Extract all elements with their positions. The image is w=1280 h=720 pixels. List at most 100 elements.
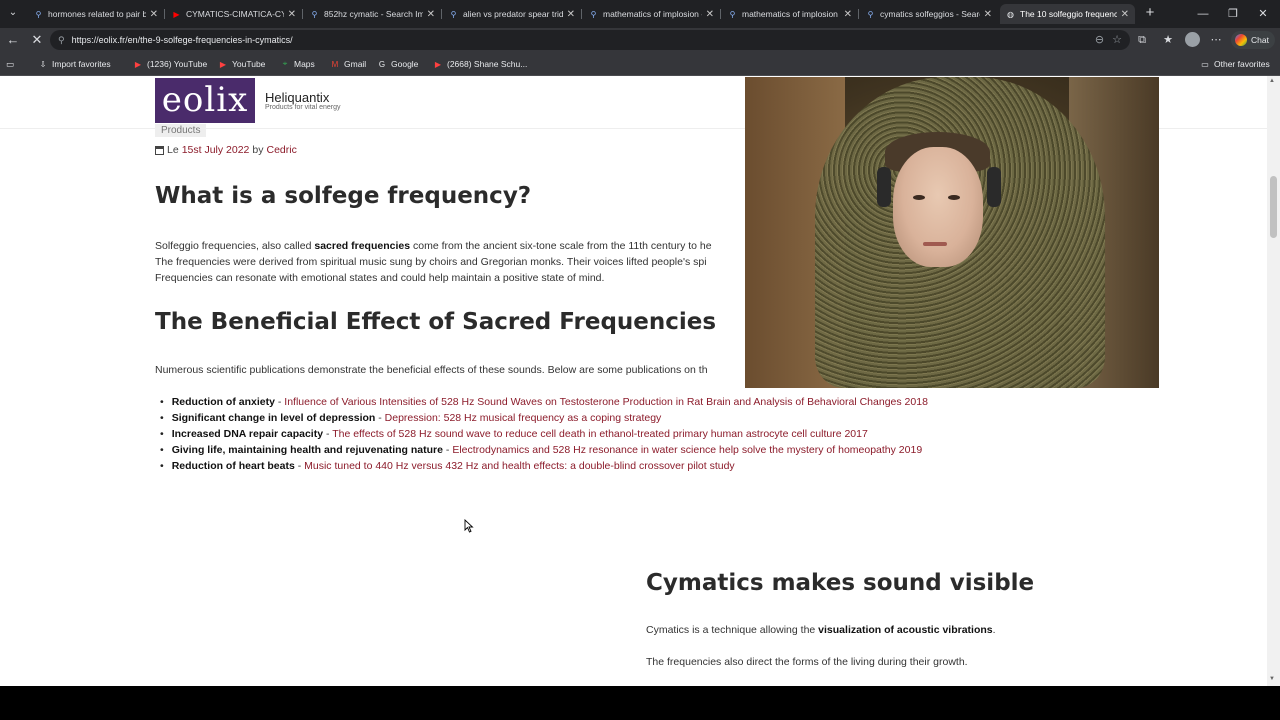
menu-icon[interactable]: ⋯ [1208,32,1224,48]
effect-label: Giving life, maintaining health and reju… [171,444,443,456]
tab-search-icon[interactable]: ⌄ [6,6,20,20]
search-icon: ⚲ [590,9,597,19]
bookmarks-bar: ▭ ⇩ Import favorites ▶ (1236) YouTube ▶ YouTu… [0,52,1280,76]
browser-tab[interactable]: ⚲ hormones related to pair bo ✕ [28,4,164,24]
tab-separator [164,9,165,19]
tab-title: mathematics of implosion - [742,9,840,19]
close-tab-icon[interactable]: ✕ [1121,9,1129,20]
meta-by: by [252,144,264,156]
bookmark-item[interactable]: ▶ YouTube [218,57,265,71]
bookmark-item[interactable]: ▶ (1236) YouTube [133,57,207,71]
effect-label: Increased DNA repair capacity [171,428,324,440]
bookmark-item[interactable]: ⇩ Import favorites [38,57,111,71]
bold-text: visualization of acoustic vibrations [818,624,993,636]
close-tab-icon[interactable]: ✕ [984,9,992,20]
restore-icon[interactable]: ❐ [1218,4,1248,24]
bookmark-label: Import favorites [52,59,111,69]
meta-prefix: Le [167,144,179,156]
tab-title: CYMATICS-CIMATICA-CYMA [186,9,284,19]
list-item: Increased DNA repair capacity - The effe… [160,426,1060,442]
search-icon: ⚲ [729,9,736,19]
list-item: Significant change in level of depressio… [160,410,1060,426]
minimize-icon[interactable]: — [1188,4,1218,24]
list-item: Reduction of heart beats - Music tuned t… [160,458,1060,474]
publication-link[interactable]: Music tuned to 440 Hz versus 432 Hz and … [304,460,735,472]
gmail-icon: M [331,59,339,69]
bookmark-item[interactable]: ⌖ Maps [280,57,315,71]
scroll-down-icon[interactable]: ▼ [1269,676,1275,682]
author-link[interactable]: Cedric [267,144,297,156]
publication-link[interactable]: Electrodynamics and 528 Hz resonance in … [452,444,922,456]
tab-separator [581,9,582,19]
browser-tab[interactable]: ⚲ 852hz cymatic - Search Imag ✕ [304,4,441,24]
bookmark-item[interactable]: G Google [377,57,419,71]
bookmark-label: (1236) YouTube [147,59,208,69]
vertical-scrollbar[interactable]: ▲ ▼ [1267,76,1280,686]
list-item: Giving life, maintaining health and reju… [160,442,1060,458]
browser-tab[interactable]: ⚲ alien vs predator spear tride ✕ [443,4,581,24]
new-tab-button[interactable]: + [1142,5,1158,21]
copilot-icon [1235,34,1247,46]
chat-label: Chat [1251,35,1269,45]
bookmark-label: Google [391,59,419,69]
site-tagline: Products for vital energy [265,104,341,111]
scroll-up-icon[interactable]: ▲ [1269,78,1275,84]
youtube-icon: ▶ [219,59,227,69]
bold-text: sacred frequencies [314,240,411,252]
search-icon: ⚲ [311,9,318,19]
breadcrumb-products[interactable]: Products [155,124,207,137]
close-tab-icon[interactable]: ✕ [288,9,296,20]
bookmark-star-icon[interactable]: ☆ [1112,33,1122,46]
address-bar[interactable]: ⚲ https://eolix.fr/en/the-9-solfege-freq… [50,30,1130,50]
bookmark-item[interactable]: ▶ (2668) Shane Schu... [433,57,527,71]
extensions-icon[interactable]: ⧉ [1134,32,1150,48]
browser-tab[interactable]: ▶ CYMATICS-CIMATICA-CYMA ✕ [166,4,302,24]
bookmark-label: (2668) Shane Schu... [447,59,528,69]
profile-avatar[interactable] [1185,32,1200,47]
eye [913,195,925,200]
bookmarks-menu-icon[interactable]: ▭ [6,57,14,71]
effect-label: Significant change in level of depressio… [171,412,376,424]
site-info-icon[interactable]: ⚲ [58,35,65,46]
browser-tab[interactable]: ◍ The 10 solfeggio frequencie ✕ [1000,4,1135,24]
post-date-link[interactable]: 15st July 2022 [182,144,250,156]
close-window-icon[interactable]: ✕ [1248,4,1278,24]
site-logo[interactable]: eolix [155,78,255,123]
close-tab-icon[interactable]: ✕ [706,9,714,20]
url-text[interactable]: https://eolix.fr/en/the-9-solfege-freque… [72,35,293,45]
separator: - [375,412,385,424]
browser-tab[interactable]: ⚲ mathematics of implosion - ✕ [722,4,858,24]
site-name[interactable]: Heliquantix [265,90,329,105]
publication-link[interactable]: Depression: 528 Hz musical frequency as … [385,412,662,424]
text: Frequencies can resonate with emotional … [155,272,605,284]
reload-stop-button[interactable]: ✕ [28,31,46,49]
close-tab-icon[interactable]: ✕ [844,9,852,20]
youtube-icon: ▶ [134,59,142,69]
calendar-icon [155,145,164,155]
headset [877,167,891,207]
back-button[interactable]: ← [4,31,22,49]
close-tab-icon[interactable]: ✕ [427,9,435,20]
bookmark-label: YouTube [232,59,266,69]
favorites-icon[interactable]: ★ [1160,32,1176,48]
browser-tab[interactable]: ⚲ mathematics of implosion - ✕ [583,4,720,24]
heading-beneficial: The Beneficial Effect of Sacred Frequenc… [155,309,717,335]
separator: - [442,444,453,456]
scrollbar-thumb[interactable] [1270,176,1277,238]
bookmark-item[interactable]: M Gmail [330,57,367,71]
close-tab-icon[interactable]: ✕ [150,9,158,20]
eye [948,195,960,200]
chat-button[interactable]: Chat [1231,31,1275,49]
separator: - [323,428,333,440]
publication-link[interactable]: The effects of 528 Hz sound wave to redu… [332,428,868,440]
browser-tab[interactable]: ⚲ cymatics solfeggios - Search ✕ [860,4,998,24]
headset [987,167,1001,207]
publication-link[interactable]: Influence of Various Intensities of 528 … [284,396,928,408]
page-zoom-icon[interactable]: ⊖ [1095,33,1104,46]
paragraph-beneficial: Numerous scientific publications demonst… [155,364,708,376]
other-favorites[interactable]: ▭ Other favorites [1200,57,1270,71]
web-page: eolix Heliquantix Products for vital ene… [0,76,1267,686]
other-favorites-label: Other favorites [1214,59,1270,69]
close-tab-icon[interactable]: ✕ [567,9,575,20]
tab-title: hormones related to pair bo [48,9,146,19]
